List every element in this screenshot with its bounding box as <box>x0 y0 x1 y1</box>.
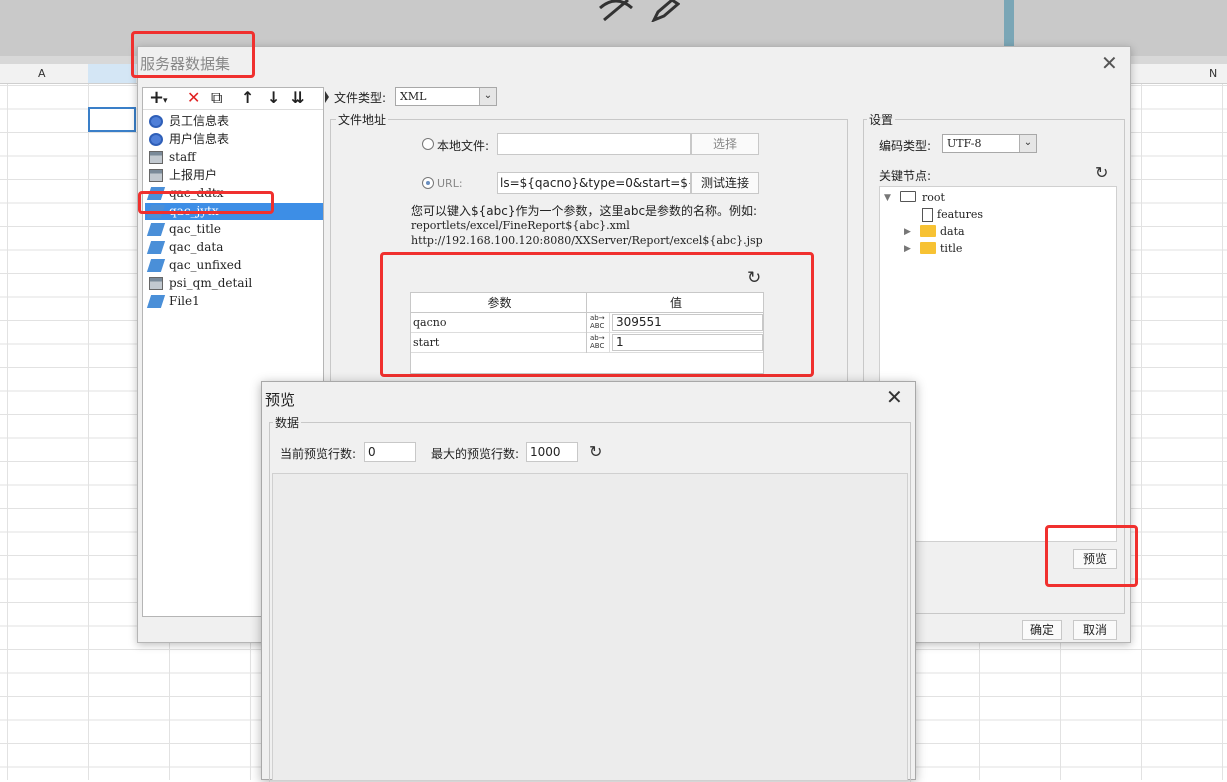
settings-title: 设置 <box>867 111 896 128</box>
url-label: URL: <box>437 177 463 190</box>
url-input[interactable]: ls=${qacno}&type=0&start=${start} <box>497 172 691 194</box>
dataset-label: 员工信息表 <box>169 114 230 128</box>
dataset-label: File1 <box>169 294 200 308</box>
annotation-box-title <box>131 31 255 78</box>
refresh-icon[interactable]: ↻ <box>1095 163 1108 182</box>
tree-node-label: features <box>937 208 984 221</box>
selected-column-header[interactable] <box>88 64 136 83</box>
file-dataset-icon <box>146 295 166 308</box>
chevron-down-icon[interactable]: ⌄ <box>1019 135 1036 152</box>
dataset-item[interactable]: qac_unfixed <box>145 257 323 274</box>
close-icon[interactable]: ✕ <box>886 385 903 409</box>
tree-collapsed-icon[interactable]: ▶ <box>904 242 911 256</box>
url-hint-example-1: reportlets/excel/FineReport${abc}.xml <box>411 219 630 232</box>
file-dataset-icon <box>146 223 166 236</box>
local-file-label: 本地文件: <box>437 139 490 153</box>
close-icon[interactable]: ✕ <box>1101 51 1118 75</box>
dataset-item[interactable]: File1 <box>145 293 323 310</box>
encoding-value: UTF-8 <box>947 137 982 150</box>
tree-expanded-icon[interactable]: ▼ <box>884 191 891 205</box>
file-dataset-icon <box>146 259 166 272</box>
dataset-toolbar: + ▾ ✕ ⧉ ↑ ↓ ⇊ <box>143 88 323 110</box>
annotation-box-params <box>380 252 814 377</box>
key-node-label: 关键节点: <box>879 169 932 183</box>
file-dataset-icon <box>146 241 166 254</box>
table-icon <box>149 151 163 164</box>
annotation-box-dataset <box>138 191 274 214</box>
selected-cell[interactable] <box>88 107 136 132</box>
choose-file-button[interactable]: 选择 <box>691 133 759 155</box>
url-hint-text: 您可以键入${abc}作为一个参数，这里abc是参数的名称。例如: <box>411 204 758 218</box>
preview-dialog-title: 预览 <box>265 391 296 409</box>
collapse-arrow-icon[interactable] <box>324 89 330 105</box>
copy-icon[interactable]: ⧉ <box>211 89 222 107</box>
test-connection-button[interactable]: 测试连接 <box>691 172 759 194</box>
add-dropdown-icon[interactable]: ▾ <box>163 92 168 110</box>
current-rows-input[interactable]: 0 <box>364 442 416 462</box>
file-type-label: 文件类型: <box>334 91 387 105</box>
dataset-item[interactable]: 上报用户 <box>145 167 323 184</box>
dataset-item[interactable]: psi_qm_detail <box>145 275 323 292</box>
cancel-button[interactable]: 取消 <box>1073 620 1117 640</box>
file-icon <box>922 208 933 222</box>
file-type-select[interactable]: XML ⌄ <box>395 87 497 106</box>
url-hint-example-2: http://192.168.100.120:8080/XXServer/Rep… <box>411 234 763 247</box>
delete-icon[interactable]: ✕ <box>187 89 200 107</box>
dataset-label: qac_data <box>169 240 224 254</box>
encoding-select[interactable]: UTF-8 ⌄ <box>942 134 1037 153</box>
toolbar-scrollbar <box>1004 0 1014 48</box>
local-file-input[interactable] <box>497 133 691 155</box>
annotation-box-preview <box>1045 525 1138 587</box>
max-rows-label: 最大的预览行数: <box>431 447 520 461</box>
dataset-label: psi_qm_detail <box>169 276 253 290</box>
dataset-label: qac_unfixed <box>169 258 242 272</box>
dataset-label: 上报用户 <box>169 168 218 182</box>
database-icon <box>149 133 163 146</box>
chevron-down-icon[interactable]: ⌄ <box>479 88 496 105</box>
file-address-title: 文件地址 <box>336 111 389 128</box>
sort-icon[interactable]: ⇊ <box>291 89 304 107</box>
hide-icon[interactable] <box>598 0 634 22</box>
local-file-radio[interactable] <box>422 138 434 150</box>
dataset-label: 用户信息表 <box>169 132 230 146</box>
tree-collapsed-icon[interactable]: ▶ <box>904 225 911 239</box>
url-radio[interactable] <box>422 177 434 189</box>
column-label-a[interactable]: A <box>38 67 46 80</box>
dataset-item[interactable]: 用户信息表 <box>145 131 323 148</box>
tree-node-label: data <box>940 225 965 238</box>
file-type-value: XML <box>400 90 427 103</box>
folder-open-icon <box>900 191 916 202</box>
ok-button[interactable]: 确定 <box>1022 620 1062 640</box>
folder-icon <box>920 242 936 254</box>
tree-node-label: title <box>940 242 963 255</box>
dataset-item[interactable]: qac_data <box>145 239 323 256</box>
current-rows-label: 当前预览行数: <box>280 447 357 461</box>
preview-data-grid[interactable] <box>272 473 908 781</box>
refresh-icon[interactable]: ↻ <box>589 442 602 461</box>
dataset-item[interactable]: 员工信息表 <box>145 113 323 130</box>
database-icon <box>149 115 163 128</box>
max-rows-input[interactable]: 1000 <box>526 442 578 462</box>
move-up-icon[interactable]: ↑ <box>241 89 254 107</box>
dataset-label: qac_title <box>169 222 221 236</box>
move-down-icon[interactable]: ↓ <box>267 89 280 107</box>
table-icon <box>149 277 163 290</box>
preview-data-title: 数据 <box>273 414 302 431</box>
dataset-item[interactable]: qac_title <box>145 221 323 238</box>
add-icon[interactable]: + <box>149 89 164 107</box>
encoding-label: 编码类型: <box>879 139 932 153</box>
tree-node-label: root <box>922 191 945 204</box>
table-icon <box>149 169 163 182</box>
edit-icon[interactable] <box>650 0 680 22</box>
column-label-n[interactable]: N <box>1209 67 1217 80</box>
dataset-item[interactable]: staff <box>145 149 323 166</box>
preview-dialog: 预览 ✕ 数据 当前预览行数: 0 最大的预览行数: 1000 ↻ <box>261 381 916 782</box>
dataset-label: staff <box>169 150 196 164</box>
folder-icon <box>920 225 936 237</box>
